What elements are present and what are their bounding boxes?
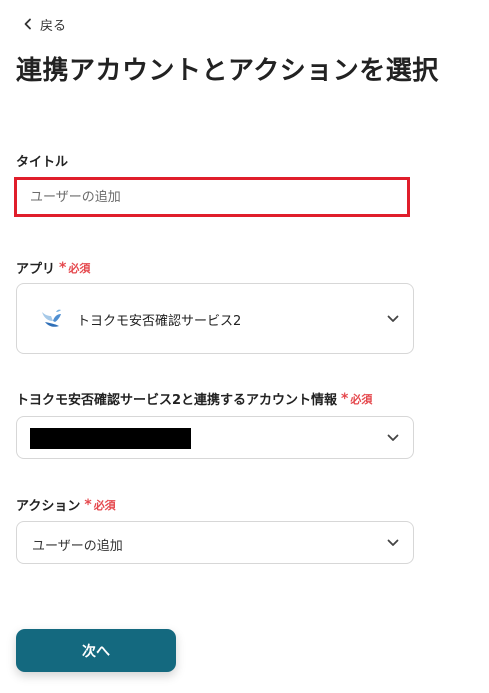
required-text: 必須 xyxy=(68,261,91,275)
title-input[interactable] xyxy=(17,180,407,214)
back-link[interactable]: 戻る xyxy=(22,14,66,34)
action-select[interactable]: ユーザーの追加 xyxy=(16,521,414,564)
page-title: 連携アカウントとアクションを選択 xyxy=(16,56,439,86)
title-field-label: タイトル xyxy=(16,151,68,170)
next-button[interactable]: 次へ xyxy=(16,629,176,672)
required-text: 必須 xyxy=(350,392,373,406)
chevron-left-icon xyxy=(22,18,34,30)
action-field-label: アクション * 必須 xyxy=(16,495,116,515)
selected-action: ユーザーの追加 xyxy=(32,539,123,554)
app-label-text: アプリ xyxy=(16,262,56,277)
asterisk-icon: * xyxy=(341,390,349,407)
back-label: 戻る xyxy=(40,18,67,34)
asterisk-icon: * xyxy=(59,259,67,276)
required-badge: * 必須 xyxy=(59,260,90,276)
title-input-highlight xyxy=(14,177,410,217)
dove-icon xyxy=(39,306,65,332)
account-field-label: トヨクモ安否確認サービス2と連携するアカウント情報 * 必須 xyxy=(16,389,372,409)
action-label-text: アクション xyxy=(16,499,81,514)
title-label-text: タイトル xyxy=(16,155,69,170)
required-text: 必須 xyxy=(93,498,116,512)
chevron-down-icon xyxy=(387,313,399,325)
app-select[interactable]: トヨクモ安否確認サービス2 xyxy=(16,283,414,354)
app-field-label: アプリ * 必須 xyxy=(16,258,90,278)
redacted-account-value xyxy=(30,428,191,449)
chevron-down-icon xyxy=(387,432,399,444)
chevron-down-icon xyxy=(387,537,399,549)
selected-app-name: トヨクモ安否確認サービス2 xyxy=(77,314,242,329)
account-select[interactable] xyxy=(16,416,414,459)
asterisk-icon: * xyxy=(84,496,92,513)
required-badge: * 必須 xyxy=(84,497,115,513)
required-badge: * 必須 xyxy=(341,391,372,407)
account-label-text: トヨクモ安否確認サービス2と連携するアカウント情報 xyxy=(16,393,338,408)
